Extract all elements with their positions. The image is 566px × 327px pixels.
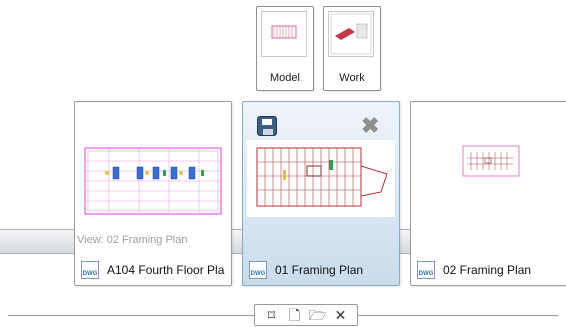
work-preview [328, 11, 374, 57]
close-bar-icon[interactable]: ✕ [331, 306, 351, 324]
drawing-preview-a104 [79, 106, 227, 251]
drawing-name: 01 Framing Plan [275, 263, 364, 277]
drawing-tile-a104[interactable]: View: 02 Framing Plan DWG A104 Fourth Fl… [74, 101, 232, 286]
model-preview [261, 11, 307, 57]
model-label: Model [270, 72, 300, 84]
drawing-preview-02-framing [415, 106, 563, 251]
drawing-name: A104 Fourth Floor Pla [107, 263, 225, 277]
save-disk-icon[interactable] [257, 116, 277, 136]
bottom-toolbar: ⌑ 🗋 🗁 ✕ [254, 304, 358, 326]
close-icon[interactable]: ✖ [361, 115, 379, 137]
open-folder-icon[interactable]: 🗁 [308, 306, 328, 324]
work-label: Work [339, 72, 365, 84]
drawing-name-row: DWG A104 Fourth Floor Pla [75, 255, 231, 285]
bottom-separator-right [358, 315, 558, 316]
drawing-tile-02-framing-plan[interactable]: DWG 02 Framing Plan [410, 101, 566, 286]
new-document-icon[interactable]: 🗋 [285, 306, 305, 324]
layout-work-tile[interactable]: Work [323, 6, 381, 91]
drawing-name-row: DWG 02 Framing Plan [411, 255, 566, 285]
drawing-preview-01-framing [247, 140, 395, 217]
drawing-tile-01-framing-plan[interactable]: ✖ DWG 01 Framing Plan [242, 101, 400, 286]
drawing-name: 02 Framing Plan [443, 263, 532, 277]
drawing-name-row: DWG 01 Framing Plan [243, 255, 399, 285]
view-tooltip: View: 02 Framing Plan [77, 234, 188, 246]
bottom-separator-left [8, 315, 254, 316]
pin-icon[interactable]: ⌑ [262, 306, 282, 324]
dwg-file-icon: DWG [249, 261, 267, 279]
layout-model-tile[interactable]: Model [256, 6, 314, 91]
dwg-file-icon: DWG [417, 261, 435, 279]
dwg-file-icon: DWG [81, 261, 99, 279]
